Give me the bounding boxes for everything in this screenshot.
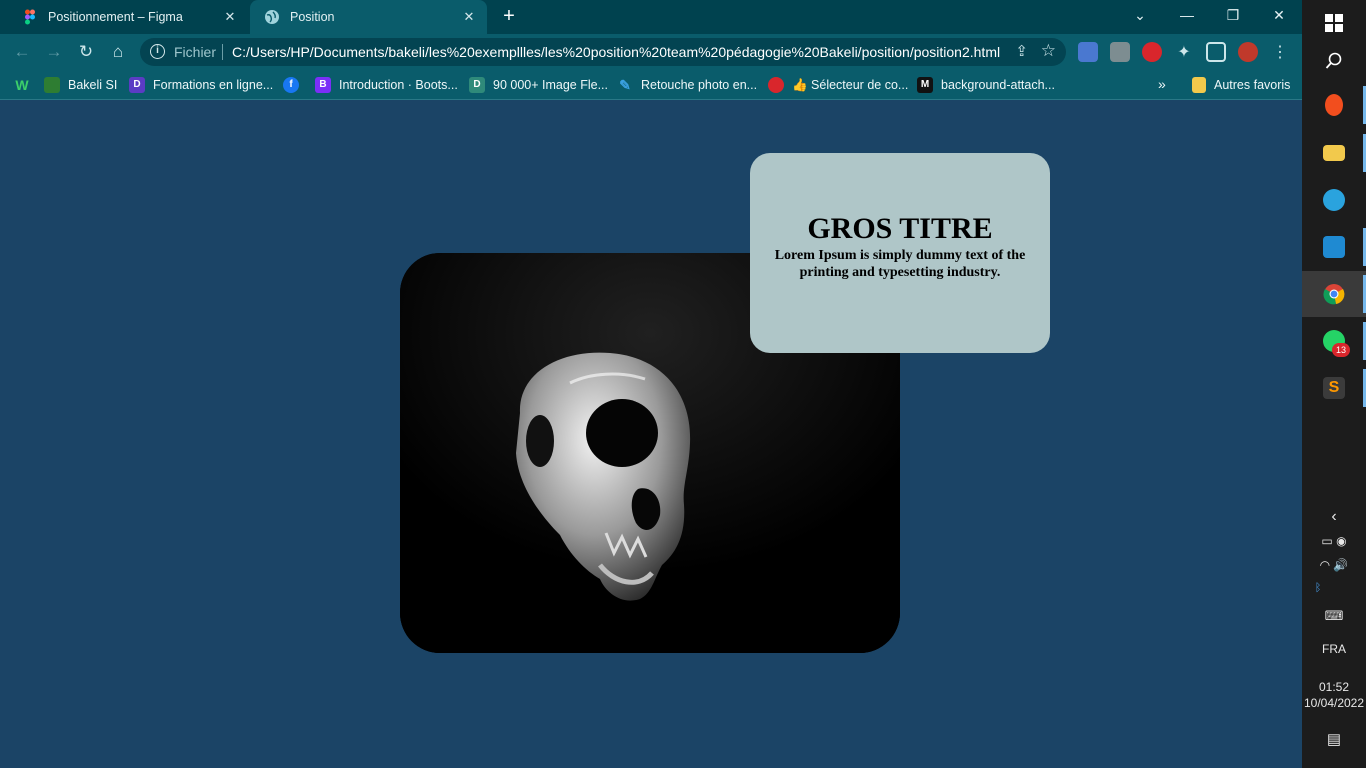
scheme-label: Fichier bbox=[174, 44, 217, 60]
file-explorer-icon[interactable] bbox=[1302, 130, 1366, 176]
vscode-icon[interactable] bbox=[1302, 224, 1366, 270]
tab-strip: Positionnement – Figma ✕ Position ✕ + ⌄ … bbox=[0, 0, 1302, 34]
pixlr-icon: ✎ bbox=[619, 77, 631, 93]
close-window-button[interactable]: ✕ bbox=[1256, 0, 1302, 30]
browser-toolbar: ← → ↻ ⌂ i Fichier C:/Users/HP/Documents/… bbox=[0, 34, 1302, 70]
card-text: Lorem Ipsum is simply dummy text of the … bbox=[774, 248, 1026, 280]
adblock-extension-icon[interactable] bbox=[1142, 42, 1162, 62]
tab-search-chevron-icon[interactable]: ⌄ bbox=[1117, 0, 1163, 30]
home-icon[interactable]: ⌂ bbox=[107, 41, 129, 63]
image-icon: D bbox=[469, 77, 485, 93]
bluetooth-icon[interactable]: ᛒ bbox=[1286, 582, 1350, 594]
m-icon: M bbox=[917, 77, 933, 93]
extensions-puzzle-icon[interactable]: ✦ bbox=[1174, 42, 1194, 62]
star-icon[interactable]: ☆ bbox=[1041, 41, 1056, 61]
bookmark-item[interactable]: M background-attach... bbox=[917, 76, 1055, 94]
back-arrow-icon[interactable]: ← bbox=[11, 41, 33, 63]
bookmark-item[interactable]: ✎ Retouche photo en... bbox=[617, 76, 757, 94]
side-panel-icon[interactable] bbox=[1206, 42, 1226, 62]
wifi-volume-icons[interactable]: ◠ 🔊 bbox=[1302, 558, 1366, 572]
bookmark-item[interactable]: D Formations en ligne... bbox=[129, 76, 273, 94]
other-bookmarks[interactable]: Autres favoris bbox=[1192, 76, 1290, 94]
chevron-more-icon[interactable]: » bbox=[1158, 76, 1166, 92]
windows-taskbar: 13 S ‹ ▭ ◉ ◠ 🔊 ᛒ ⌨ FRA 01:52 10/04/2022 … bbox=[1302, 0, 1366, 768]
close-icon[interactable]: ✕ bbox=[457, 9, 481, 25]
bookmarks-bar: W Bakeli SI D Formations en ligne... f B… bbox=[0, 70, 1302, 100]
telegram-icon[interactable] bbox=[1302, 177, 1366, 223]
figma-icon bbox=[25, 9, 35, 25]
notification-center-icon[interactable]: ▤ bbox=[1302, 730, 1366, 748]
new-tab-button[interactable]: + bbox=[499, 5, 519, 29]
share-icon[interactable]: ⇪ bbox=[1015, 42, 1028, 60]
browser-window: Positionnement – Figma ✕ Position ✕ + ⌄ … bbox=[0, 0, 1302, 768]
facebook-icon: f bbox=[283, 77, 299, 93]
tab-position[interactable]: Position ✕ bbox=[250, 0, 487, 34]
tab-title: Position bbox=[290, 10, 335, 24]
clock-time[interactable]: 01:52 bbox=[1302, 680, 1366, 694]
restore-button[interactable]: ❐ bbox=[1210, 0, 1256, 30]
figma-app-icon[interactable] bbox=[1302, 82, 1366, 128]
chrome-icon[interactable] bbox=[1302, 271, 1366, 317]
address-bar[interactable]: i Fichier C:/Users/HP/Documents/bakeli/l… bbox=[140, 38, 1066, 66]
colorpicker-icon bbox=[768, 77, 784, 93]
clock-date[interactable]: 10/04/2022 bbox=[1302, 696, 1366, 710]
eyedropper-extension-icon[interactable] bbox=[1110, 42, 1130, 62]
profile-avatar[interactable] bbox=[1238, 42, 1258, 62]
bookmark-item[interactable]: D 90 000+ Image Fle... bbox=[469, 76, 608, 94]
bookmark-item[interactable]: 👍 Sélecteur de co... bbox=[768, 76, 908, 94]
apps-icon[interactable]: W bbox=[14, 76, 38, 94]
page-viewport: GROS TITRE Lorem Ipsum is simply dummy t… bbox=[0, 101, 1302, 768]
url-text[interactable]: C:/Users/HP/Documents/bakeli/les%20exemp… bbox=[232, 44, 1000, 60]
bookmark-item[interactable]: B Introduction · Boots... bbox=[315, 76, 458, 94]
notification-badge: 13 bbox=[1332, 343, 1350, 357]
language-indicator[interactable]: FRA bbox=[1302, 642, 1366, 656]
info-icon[interactable]: i bbox=[150, 44, 165, 59]
bootstrap-icon: B bbox=[315, 77, 331, 93]
close-icon[interactable]: ✕ bbox=[218, 9, 242, 25]
menu-kebab-icon[interactable]: ⋮ bbox=[1270, 42, 1290, 62]
globe-icon bbox=[265, 10, 279, 24]
folder-icon bbox=[1192, 77, 1206, 93]
bookmark-item[interactable]: Bakeli SI bbox=[44, 76, 117, 94]
tray-icons-row-1[interactable]: ▭ ◉ bbox=[1302, 534, 1366, 548]
minimize-button[interactable]: — bbox=[1164, 0, 1210, 30]
tab-figma[interactable]: Positionnement – Figma ✕ bbox=[8, 0, 248, 34]
tab-title: Positionnement – Figma bbox=[48, 10, 183, 24]
translate-extension-icon[interactable] bbox=[1078, 42, 1098, 62]
bakeli-icon bbox=[44, 77, 60, 93]
divider bbox=[222, 44, 223, 60]
keyboard-icon[interactable]: ⌨ bbox=[1302, 608, 1366, 624]
whatsapp-icon[interactable]: 13 bbox=[1302, 318, 1366, 364]
d-icon: D bbox=[129, 77, 145, 93]
reload-icon[interactable]: ↻ bbox=[75, 41, 97, 63]
sublime-text-icon[interactable]: S bbox=[1302, 365, 1366, 411]
search-icon[interactable] bbox=[1302, 38, 1366, 84]
card-heading: GROS TITRE bbox=[807, 212, 993, 245]
chevron-left-icon[interactable]: ‹ bbox=[1302, 508, 1366, 526]
forward-arrow-icon[interactable]: → bbox=[43, 41, 65, 63]
title-card: GROS TITRE Lorem Ipsum is simply dummy t… bbox=[750, 153, 1050, 353]
bookmark-item[interactable]: f bbox=[283, 76, 307, 94]
